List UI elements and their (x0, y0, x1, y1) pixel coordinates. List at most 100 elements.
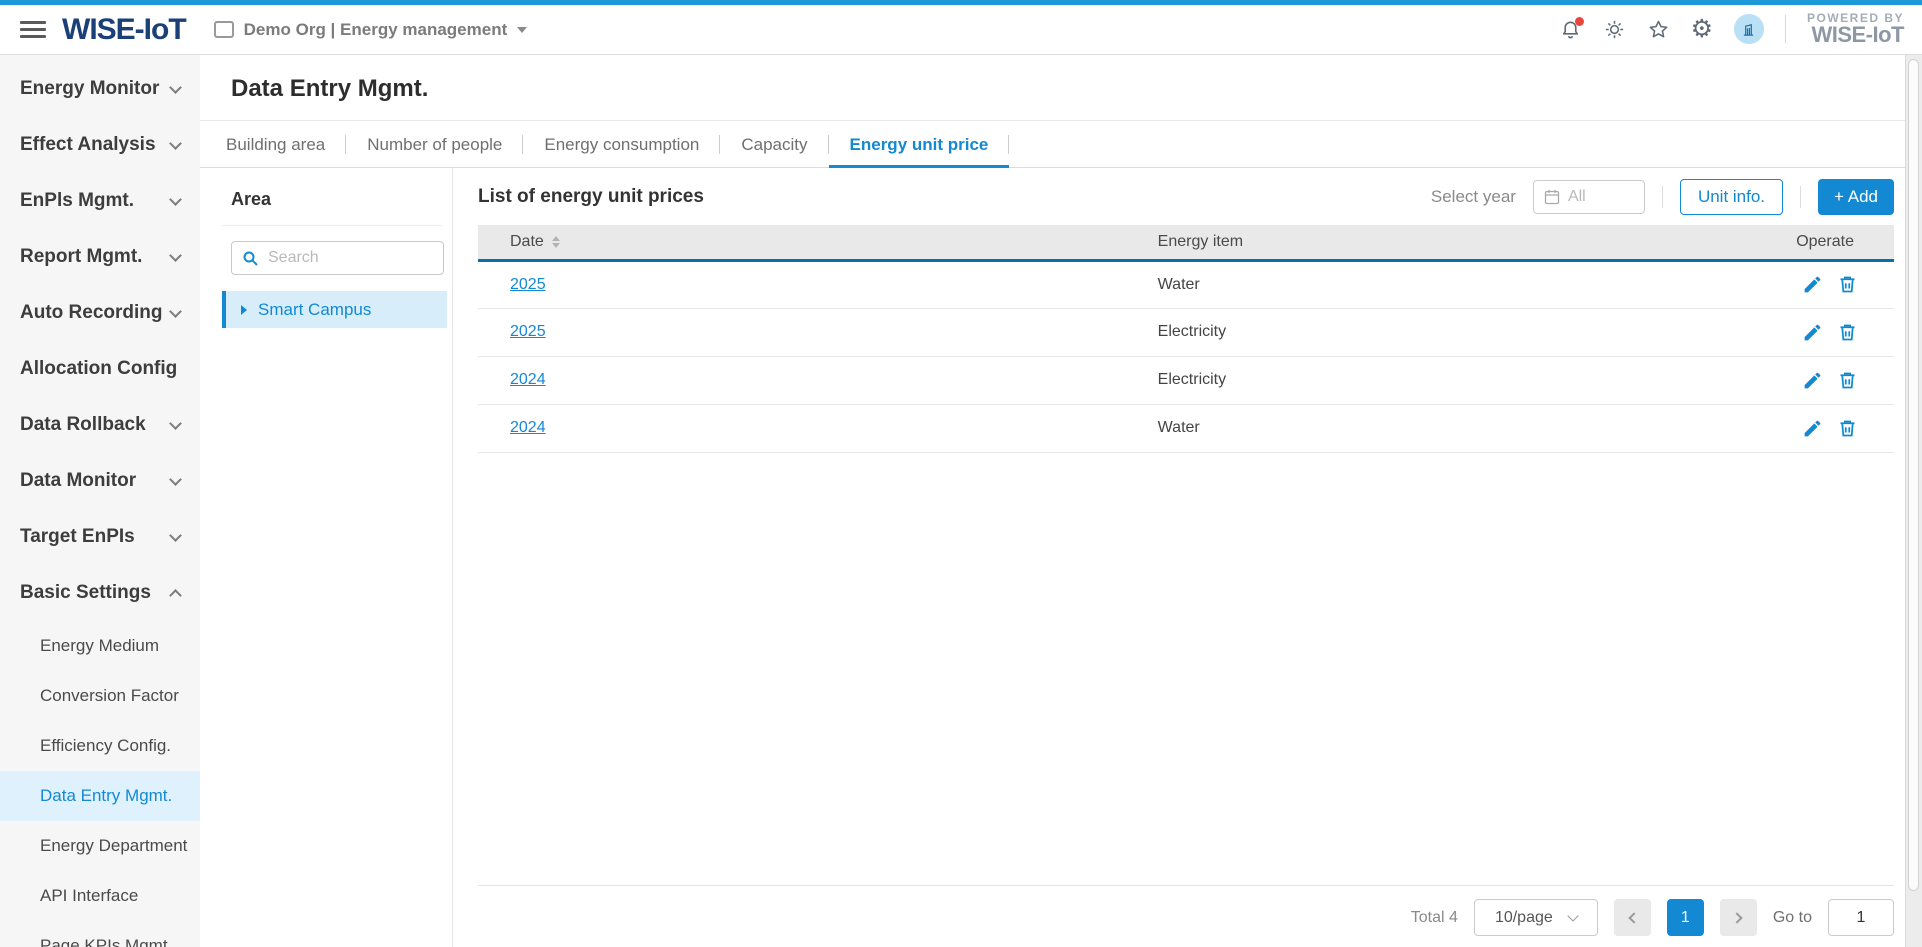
sidebar-subitem-page-kpis-mgmt[interactable]: Page KPIs Mgmt (0, 921, 200, 947)
delete-icon[interactable] (1837, 274, 1858, 295)
org-selector-label: Demo Org | Energy management (244, 20, 508, 40)
chevron-down-icon (1567, 910, 1578, 921)
table-panel: List of energy unit prices Select year U… (453, 168, 1922, 947)
table-row: 2024Electricity (478, 356, 1894, 404)
energy-item-cell: Water (1158, 404, 1704, 452)
powered-by-line2: WISE-IoT (1807, 24, 1904, 46)
date-cell: 2025 (478, 260, 1158, 308)
chevron-down-icon (169, 473, 182, 486)
sidebar-item-label: Auto Recording (20, 302, 163, 324)
column-header-energy-item: Energy item (1158, 225, 1704, 260)
sidebar-item-data-monitor[interactable]: Data Monitor (0, 453, 200, 509)
energy-item-cell: Water (1158, 260, 1704, 308)
sidebar-item-data-rollback[interactable]: Data Rollback (0, 397, 200, 453)
gear-icon[interactable]: ⚙ (1691, 17, 1713, 42)
chevron-right-icon (1731, 912, 1742, 923)
tree-item-label: Smart Campus (258, 300, 371, 320)
edit-icon[interactable] (1802, 418, 1823, 439)
tab-number-of-people[interactable]: Number of people (346, 121, 523, 167)
sidebar-subitem-api-interface[interactable]: API Interface (0, 871, 200, 921)
chevron-up-icon (169, 589, 182, 602)
sidebar-item-energy-monitor[interactable]: Energy Monitor (0, 61, 200, 117)
tree-item-smart-campus[interactable]: Smart Campus (222, 291, 447, 328)
star-icon[interactable] (1647, 18, 1670, 41)
select-year-label: Select year (1431, 187, 1516, 207)
sidebar-item-basic-settings[interactable]: Basic Settings (0, 565, 200, 621)
year-filter[interactable] (1533, 180, 1645, 214)
sidebar-item-auto-recording[interactable]: Auto Recording (0, 285, 200, 341)
scrollbar-thumb[interactable] (1908, 59, 1919, 891)
search-icon (242, 250, 259, 267)
tab-energy-unit-price[interactable]: Energy unit price (829, 121, 1010, 167)
sidebar-item-enpls-mgmt[interactable]: EnPls Mgmt. (0, 173, 200, 229)
tab-building-area[interactable]: Building area (205, 121, 346, 167)
unit-info-button[interactable]: Unit info. (1680, 179, 1783, 215)
add-button[interactable]: + Add (1818, 179, 1894, 215)
chevron-down-icon (169, 529, 182, 542)
date-link[interactable]: 2024 (510, 419, 546, 436)
tab-energy-consumption[interactable]: Energy consumption (523, 121, 720, 167)
calendar-icon (1544, 189, 1560, 205)
goto-page-input[interactable] (1828, 899, 1894, 936)
column-header-operate: Operate (1704, 225, 1894, 260)
operate-cell (1704, 260, 1894, 308)
chevron-down-icon (169, 193, 182, 206)
date-cell: 2025 (478, 308, 1158, 356)
area-tree: Smart Campus (200, 291, 452, 328)
tab-bar: Building areaNumber of peopleEnergy cons… (200, 121, 1922, 168)
delete-icon[interactable] (1837, 418, 1858, 439)
prev-page-button[interactable] (1614, 899, 1651, 936)
current-page-button[interactable]: 1 (1667, 899, 1704, 936)
sidebar-item-allocation-config[interactable]: Allocation Config (0, 341, 200, 397)
sidebar-subitem-efficiency-config[interactable]: Efficiency Config. (0, 721, 200, 771)
area-panel-divider (222, 225, 442, 226)
caret-down-icon (517, 27, 527, 33)
column-header-label: Energy item (1158, 233, 1243, 250)
edit-icon[interactable] (1802, 322, 1823, 343)
vertical-scrollbar[interactable] (1905, 55, 1922, 947)
chevron-down-icon (169, 417, 182, 430)
edit-icon[interactable] (1802, 274, 1823, 295)
sidebar-subitem-energy-medium[interactable]: Energy Medium (0, 621, 200, 671)
operate-cell (1704, 356, 1894, 404)
hamburger-menu-icon[interactable] (20, 21, 46, 38)
sidebar-subitem-data-entry-mgmt[interactable]: Data Entry Mgmt. (0, 771, 200, 821)
app-logo: WISE-IoT (62, 13, 186, 47)
area-search (231, 241, 444, 275)
sun-icon[interactable] (1603, 18, 1626, 41)
search-input[interactable] (268, 249, 433, 267)
sidebar-subitem-label: API Interface (40, 886, 138, 906)
pagination-total: Total 4 (1411, 909, 1458, 927)
tab-capacity[interactable]: Capacity (720, 121, 828, 167)
sidebar-item-label: Energy Monitor (20, 78, 159, 100)
year-filter-input[interactable] (1568, 188, 1634, 206)
main-content: Data Entry Mgmt. Building areaNumber of … (200, 55, 1922, 947)
sidebar-subitem-energy-department[interactable]: Energy Department (0, 821, 200, 871)
page-size-select[interactable]: 10/page (1474, 899, 1598, 936)
date-cell: 2024 (478, 356, 1158, 404)
powered-by: POWERED BY WISE-IoT (1807, 12, 1904, 47)
delete-icon[interactable] (1837, 322, 1858, 343)
org-selector[interactable]: Demo Org | Energy management (214, 20, 528, 40)
date-link[interactable]: 2025 (510, 276, 546, 293)
chevron-down-icon (169, 81, 182, 94)
header-divider (1785, 15, 1786, 43)
date-link[interactable]: 2024 (510, 371, 546, 388)
chevron-down-icon (169, 137, 182, 150)
operate-cell (1704, 308, 1894, 356)
column-header-label: Operate (1796, 233, 1854, 250)
page-size-value: 10/page (1495, 909, 1553, 927)
sidebar-item-report-mgmt[interactable]: Report Mgmt. (0, 229, 200, 285)
delete-icon[interactable] (1837, 370, 1858, 391)
sidebar-item-effect-analysis[interactable]: Effect Analysis (0, 117, 200, 173)
sidebar-item-target-enpis[interactable]: Target EnPIs (0, 509, 200, 565)
edit-icon[interactable] (1802, 370, 1823, 391)
sidebar-subitem-conversion-factor[interactable]: Conversion Factor (0, 671, 200, 721)
next-page-button[interactable] (1720, 899, 1757, 936)
date-link[interactable]: 2025 (510, 323, 546, 340)
sidebar-item-label: Data Rollback (20, 414, 146, 436)
user-avatar[interactable] (1734, 14, 1764, 44)
sort-icon[interactable] (552, 236, 560, 248)
sidebar-item-label: Effect Analysis (20, 134, 156, 156)
bell-icon[interactable] (1559, 18, 1582, 41)
